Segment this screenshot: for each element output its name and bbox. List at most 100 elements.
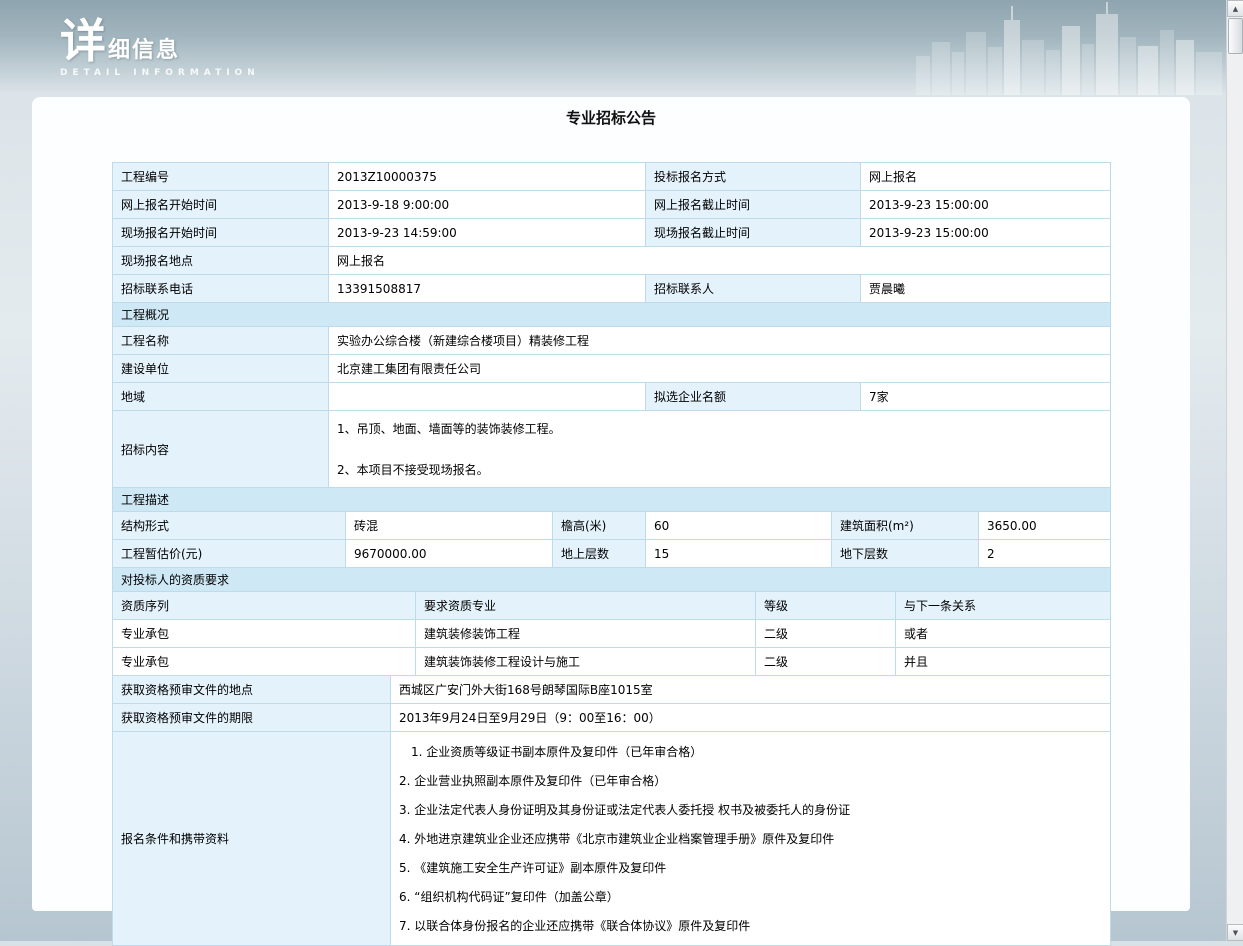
table-row: 地域 拟选企业名额 7家	[113, 383, 1111, 411]
field-value: 2013Z10000375	[329, 163, 646, 191]
column-header: 要求资质专业	[416, 592, 756, 620]
material-item: 5. 《建筑施工安全生产许可证》副本原件及复印件	[399, 853, 1102, 882]
qualification-cell: 二级	[756, 620, 896, 648]
field-label: 地上层数	[553, 540, 646, 568]
section-band-overview: 工程概况	[113, 303, 1111, 327]
field-value: 7家	[861, 383, 1111, 411]
table-row: 招标联系电话 13391508817 招标联系人 贾晨曦	[113, 275, 1111, 303]
material-item: 7. 以联合体身份报名的企业还应携带《联合体协议》原件及复印件	[399, 911, 1102, 940]
field-label: 地域	[113, 383, 329, 411]
site-logo: 详 细信息 DETAIL INFORMATION	[60, 18, 260, 78]
column-header: 与下一条关系	[896, 592, 1111, 620]
qualification-table: 对投标人的资质要求 资质序列 要求资质专业 等级 与下一条关系 专业承包 建筑装…	[112, 567, 1111, 676]
logo-title-sub: 细信息	[108, 32, 180, 64]
city-skyline-graphic	[916, 0, 1226, 95]
field-value: 3650.00	[979, 512, 1111, 540]
column-header: 等级	[756, 592, 896, 620]
material-item: 6. “组织机构代码证”复印件（加盖公章）	[399, 882, 1102, 911]
field-label: 工程暂估价(元)	[113, 540, 346, 568]
field-label: 投标报名方式	[646, 163, 861, 191]
logo-title: 详 细信息	[60, 18, 260, 64]
field-value: 13391508817	[329, 275, 646, 303]
field-value: 2013-9-23 14:59:00	[329, 219, 646, 247]
field-value: 砖混	[346, 512, 553, 540]
field-label: 建设单位	[113, 355, 329, 383]
bid-content-line: 2、本项目不接受现场报名。	[337, 461, 1102, 478]
qualification-cell: 专业承包	[113, 620, 416, 648]
project-description-table: 工程描述 结构形式 砖混 檐高(米) 60 建筑面积(m²) 3650.00 工…	[112, 487, 1111, 568]
field-label: 檐高(米)	[553, 512, 646, 540]
content-panel: 专业招标公告 工程编号 2013Z10000375 投标报名方式 网上报名 网上…	[32, 97, 1190, 911]
field-label: 网上报名开始时间	[113, 191, 329, 219]
section-band-qualification: 对投标人的资质要求	[113, 568, 1111, 592]
table-row: 工程编号 2013Z10000375 投标报名方式 网上报名	[113, 163, 1111, 191]
column-header: 资质序列	[113, 592, 416, 620]
field-label: 网上报名截止时间	[646, 191, 861, 219]
material-item: 3. 企业法定代表人身份证明及其身份证或法定代表人委托授 权书及被委托人的身份证	[399, 795, 1102, 824]
table-row: 工程暂估价(元) 9670000.00 地上层数 15 地下层数 2	[113, 540, 1111, 568]
basic-info-table: 工程编号 2013Z10000375 投标报名方式 网上报名 网上报名开始时间 …	[112, 162, 1111, 488]
table-row: 结构形式 砖混 檐高(米) 60 建筑面积(m²) 3650.00	[113, 512, 1111, 540]
qualification-cell: 建筑装修装饰工程	[416, 620, 756, 648]
section-band-row: 对投标人的资质要求	[113, 568, 1111, 592]
materials-list: 1. 企业资质等级证书副本原件及复印件（已年审合格） 2. 企业营业执照副本原件…	[391, 732, 1111, 946]
field-label: 报名条件和携带资料	[113, 732, 391, 946]
field-label: 工程编号	[113, 163, 329, 191]
field-value: 1、吊顶、地面、墙面等的装饰装修工程。 2、本项目不接受现场报名。	[329, 411, 1111, 488]
field-value	[329, 383, 646, 411]
field-value: 9670000.00	[346, 540, 553, 568]
field-label: 建筑面积(m²)	[832, 512, 979, 540]
qualification-row: 专业承包 建筑装饰装修工程设计与施工 二级 并且	[113, 648, 1111, 676]
field-label: 地下层数	[832, 540, 979, 568]
qualification-cell: 或者	[896, 620, 1111, 648]
bid-content-line: 1、吊顶、地面、墙面等的装饰装修工程。	[337, 420, 1102, 437]
section-band-description: 工程描述	[113, 488, 1111, 512]
page-title: 专业招标公告	[32, 97, 1190, 136]
field-value: 2	[979, 540, 1111, 568]
field-label: 招标联系电话	[113, 275, 329, 303]
page-banner: 详 细信息 DETAIL INFORMATION	[0, 0, 1226, 95]
table-row: 招标内容 1、吊顶、地面、墙面等的装饰装修工程。 2、本项目不接受现场报名。	[113, 411, 1111, 488]
field-label: 现场报名截止时间	[646, 219, 861, 247]
prequalification-table: 获取资格预审文件的地点 西城区广安门外大街168号朗琴国际B座1015室 获取资…	[112, 675, 1111, 946]
field-value: 2013年9月24日至9月29日（9：00至16：00）	[391, 704, 1111, 732]
field-label: 工程名称	[113, 327, 329, 355]
table-row: 现场报名地点 网上报名	[113, 247, 1111, 275]
table-row: 网上报名开始时间 2013-9-18 9:00:00 网上报名截止时间 2013…	[113, 191, 1111, 219]
field-value: 贾晨曦	[861, 275, 1111, 303]
logo-subtitle: DETAIL INFORMATION	[60, 68, 260, 78]
qualification-cell: 建筑装饰装修工程设计与施工	[416, 648, 756, 676]
field-value: 西城区广安门外大街168号朗琴国际B座1015室	[391, 676, 1111, 704]
field-value: 网上报名	[861, 163, 1111, 191]
vertical-scrollbar[interactable]: ▲ ▼	[1226, 0, 1243, 941]
scroll-down-button[interactable]: ▼	[1227, 924, 1243, 941]
qualification-cell: 并且	[896, 648, 1111, 676]
table-row: 现场报名开始时间 2013-9-23 14:59:00 现场报名截止时间 201…	[113, 219, 1111, 247]
logo-title-main: 详	[60, 18, 106, 64]
field-label: 拟选企业名额	[646, 383, 861, 411]
table-row: 工程名称 实验办公综合楼（新建综合楼项目）精装修工程	[113, 327, 1111, 355]
detail-table-area: 工程编号 2013Z10000375 投标报名方式 网上报名 网上报名开始时间 …	[112, 162, 1110, 946]
field-label: 获取资格预审文件的期限	[113, 704, 391, 732]
field-value: 2013-9-23 15:00:00	[861, 191, 1111, 219]
field-label: 招标联系人	[646, 275, 861, 303]
table-row: 获取资格预审文件的期限 2013年9月24日至9月29日（9：00至16：00）	[113, 704, 1111, 732]
table-row: 建设单位 北京建工集团有限责任公司	[113, 355, 1111, 383]
field-label: 现场报名开始时间	[113, 219, 329, 247]
scroll-up-button[interactable]: ▲	[1227, 0, 1243, 17]
field-value: 2013-9-18 9:00:00	[329, 191, 646, 219]
qualification-header-row: 资质序列 要求资质专业 等级 与下一条关系	[113, 592, 1111, 620]
section-band-row: 工程概况	[113, 303, 1111, 327]
qualification-row: 专业承包 建筑装修装饰工程 二级 或者	[113, 620, 1111, 648]
field-label: 招标内容	[113, 411, 329, 488]
material-item: 2. 企业营业执照副本原件及复印件（已年审合格）	[399, 766, 1102, 795]
scrollbar-thumb[interactable]	[1228, 18, 1243, 54]
field-value: 60	[646, 512, 832, 540]
material-item: 4. 外地进京建筑业企业还应携带《北京市建筑业企业档案管理手册》原件及复印件	[399, 824, 1102, 853]
field-value: 15	[646, 540, 832, 568]
table-row: 获取资格预审文件的地点 西城区广安门外大街168号朗琴国际B座1015室	[113, 676, 1111, 704]
field-label: 获取资格预审文件的地点	[113, 676, 391, 704]
material-item: 1. 企业资质等级证书副本原件及复印件（已年审合格）	[399, 737, 1102, 766]
field-label: 现场报名地点	[113, 247, 329, 275]
qualification-cell: 专业承包	[113, 648, 416, 676]
